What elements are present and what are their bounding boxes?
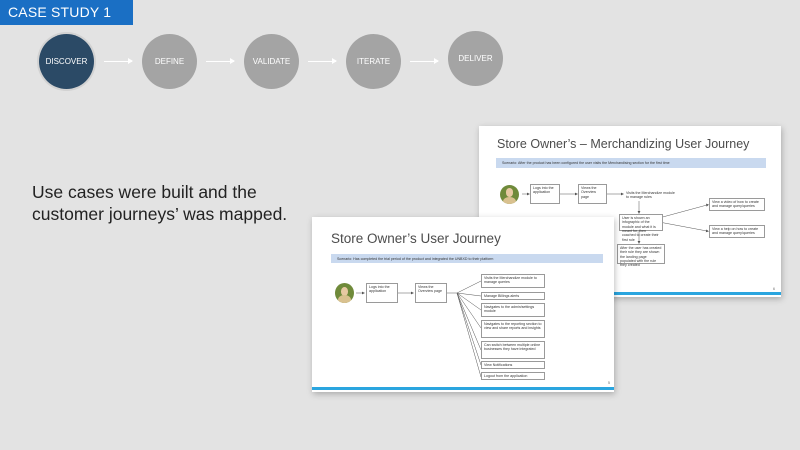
option-box: Logout from the application xyxy=(481,372,545,380)
step-label: VALIDATE xyxy=(252,57,291,66)
page-number: 6 xyxy=(773,287,775,291)
slide-footer-bar xyxy=(312,387,614,390)
step-label: DELIVER xyxy=(458,54,493,63)
option-box: Can switch between multiple online busin… xyxy=(481,341,545,359)
option-box: Navigates to the admin/settings module xyxy=(481,303,545,317)
flow-connectors xyxy=(356,280,482,378)
flow-box-video: View a video of how to create and manage… xyxy=(709,198,765,211)
step-define[interactable]: DEFINE xyxy=(142,34,197,89)
user-avatar-icon xyxy=(335,283,354,303)
flow-box-login: Logs into the application xyxy=(530,184,560,204)
step-arrow-4 xyxy=(410,58,439,64)
lead-line-2: customer journeys’ was mapped. xyxy=(32,204,288,224)
step-arrow-1 xyxy=(104,58,133,64)
option-box: Manage Billings alerts xyxy=(481,292,545,300)
step-validate[interactable]: VALIDATE xyxy=(244,34,299,89)
step-discover[interactable]: DISCOVER xyxy=(39,34,94,89)
lead-line-1: Use cases were built and the xyxy=(32,182,257,202)
flow-box-login: Logs into the application xyxy=(366,283,398,303)
flow-box-help: View a help on how to create and manage … xyxy=(709,225,765,238)
flow-box-visits: Visits the Merchandize module to manage … xyxy=(626,191,675,200)
step-iterate[interactable]: ITERATE xyxy=(346,34,401,89)
option-box: Navigates to the reporting section to vi… xyxy=(481,320,545,338)
step-arrow-3 xyxy=(308,58,337,64)
step-label: DISCOVER xyxy=(45,57,88,66)
step-label: ITERATE xyxy=(356,57,391,66)
user-avatar-icon xyxy=(500,185,519,204)
flow-box-infographic: User is shown an infographic of the modu… xyxy=(619,214,663,242)
page-number: 5 xyxy=(608,381,610,385)
option-box: Visits the Merchandize module to manage … xyxy=(481,274,545,288)
slide-user-journey: Store Owner’s User Journey Scenario: Has… xyxy=(312,217,614,392)
lead-text: Use cases were built and the customer jo… xyxy=(32,181,287,225)
flow-box-after: After the user has created their rule th… xyxy=(617,244,665,267)
flow-box-overview: Views the Overview page xyxy=(578,184,607,204)
step-arrow-2 xyxy=(206,58,235,64)
step-deliver[interactable]: DELIVER xyxy=(448,31,503,86)
case-study-tag: CASE STUDY 1 xyxy=(0,0,133,25)
option-box: View Notifications xyxy=(481,361,545,369)
step-label: DEFINE xyxy=(154,57,185,66)
flow-box-overview: Views the Overview page xyxy=(415,283,447,303)
